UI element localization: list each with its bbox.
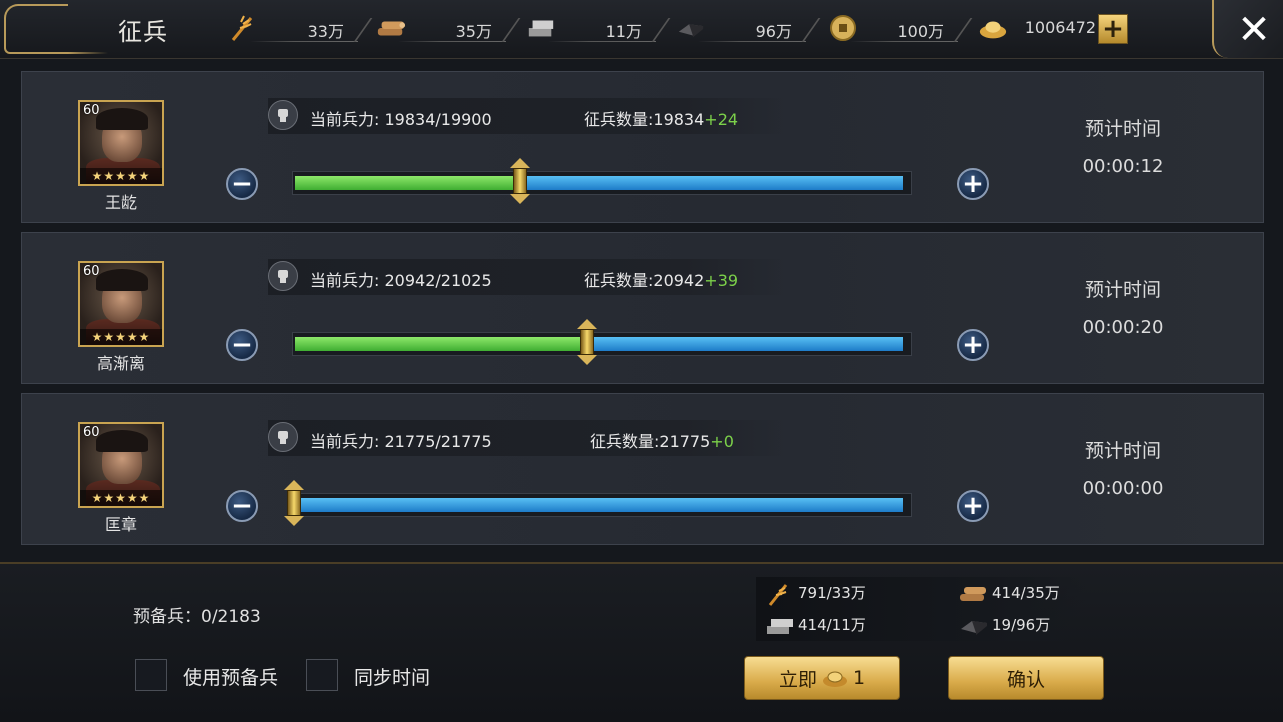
general-name: 王龁 <box>104 193 137 212</box>
recruit-slider[interactable] <box>292 171 912 195</box>
eta-time: 00:00:20 <box>1082 317 1164 338</box>
star-rating: ★★★★★ <box>80 168 162 184</box>
resource-grain: 33万 <box>228 14 373 42</box>
cost-wood: 414/35万 <box>958 581 1060 605</box>
fist-icon <box>268 261 298 291</box>
current-troops: 当前兵力: 21775/21775 <box>310 432 492 451</box>
recruit-bonus: +24 <box>704 110 739 129</box>
eta-label: 预计时间 <box>1084 118 1161 140</box>
recruit-slider[interactable] <box>292 332 912 356</box>
fist-icon <box>268 422 298 452</box>
top-bar: 征兵 33万 35万 11万 96万 100万 1006472 + ✕ <box>0 0 1283 59</box>
level-badge: 60 <box>83 264 100 279</box>
gold-ingot-icon <box>978 14 1008 42</box>
recruit-bonus: +39 <box>704 271 739 290</box>
level-badge: 60 <box>83 425 100 440</box>
recruit-count: 征兵数量:21775+0 <box>590 432 734 451</box>
increase-button[interactable]: + <box>957 490 989 522</box>
iron-icon <box>958 615 992 637</box>
general-portrait[interactable]: 60 ★★★★★ <box>78 261 164 347</box>
resource-wood: 35万 <box>376 14 521 42</box>
cost-stone: 414/11万 <box>764 613 866 637</box>
eta-time: 00:00:00 <box>1082 478 1164 499</box>
instant-label: 立即 <box>778 668 817 691</box>
stone-icon <box>526 14 556 42</box>
reserve-troops: 预备兵：0/2183 <box>133 607 261 627</box>
coin-icon <box>828 14 858 42</box>
add-gold-button[interactable]: + <box>1098 14 1128 44</box>
page-title: 征兵 <box>118 18 168 46</box>
use-reserve-label[interactable]: 使用预备兵 <box>183 663 278 690</box>
recruit-count: 征兵数量:20942+39 <box>584 271 739 290</box>
fist-icon <box>268 100 298 130</box>
decrease-button[interactable]: − <box>226 168 258 200</box>
increase-button[interactable]: + <box>957 168 989 200</box>
eta-label: 预计时间 <box>1084 440 1161 462</box>
decrease-button[interactable]: − <box>226 490 258 522</box>
instant-cost: 1 <box>852 667 866 689</box>
general-portrait[interactable]: 60 ★★★★★ <box>78 422 164 508</box>
grain-icon <box>764 583 798 606</box>
iron-icon <box>676 14 706 42</box>
gold-ingot-icon <box>821 667 849 689</box>
resource-gold: 1006472 <box>978 14 1098 42</box>
slider-thumb[interactable] <box>575 319 599 365</box>
grain-icon <box>228 14 258 42</box>
confirm-button[interactable]: 确认 <box>948 656 1104 700</box>
general-portrait[interactable]: 60 ★★★★★ <box>78 100 164 186</box>
resource-iron: 96万 <box>676 14 821 42</box>
star-rating: ★★★★★ <box>80 490 162 506</box>
instant-button[interactable]: 立即 1 <box>744 656 900 700</box>
use-reserve-checkbox[interactable] <box>135 659 167 691</box>
recruit-count: 征兵数量:19834+24 <box>584 110 739 129</box>
slider-thumb[interactable] <box>508 158 532 204</box>
level-badge: 60 <box>83 103 100 118</box>
star-rating: ★★★★★ <box>80 329 162 345</box>
recruit-bonus: +0 <box>710 432 734 451</box>
slider-thumb[interactable] <box>282 480 306 526</box>
wood-icon <box>376 14 406 42</box>
troop-info-bar: 当前兵力: 20942/21025 征兵数量:20942+39 <box>268 259 788 295</box>
decrease-button[interactable]: − <box>226 329 258 361</box>
general-row: 60 ★★★★★ 王龁 当前兵力: 19834/19900 征兵数量:19834… <box>21 71 1264 223</box>
wood-icon <box>958 583 992 605</box>
corner-ornament <box>4 4 108 54</box>
general-row: 60 ★★★★★ 高渐离 当前兵力: 20942/21025 征兵数量:2094… <box>21 232 1264 384</box>
increase-button[interactable]: + <box>957 329 989 361</box>
general-row: 60 ★★★★★ 匡章 当前兵力: 21775/21775 征兵数量:21775… <box>21 393 1264 545</box>
cost-grain: 791/33万 <box>764 581 866 606</box>
general-name: 匡章 <box>104 515 137 534</box>
resource-coin: 100万 <box>828 14 973 42</box>
troop-info-bar: 当前兵力: 21775/21775 征兵数量:21775+0 <box>268 420 788 456</box>
eta-time: 00:00:12 <box>1082 156 1164 177</box>
eta-label: 预计时间 <box>1084 279 1161 301</box>
current-troops: 当前兵力: 20942/21025 <box>310 271 492 290</box>
sync-time-checkbox[interactable] <box>306 659 338 691</box>
resource-stone: 11万 <box>526 14 671 42</box>
recruit-slider[interactable] <box>292 493 912 517</box>
stone-icon <box>764 615 798 637</box>
sync-time-label[interactable]: 同步时间 <box>354 663 430 690</box>
general-name: 高渐离 <box>96 354 145 373</box>
troop-info-bar: 当前兵力: 19834/19900 征兵数量:19834+24 <box>268 98 788 134</box>
close-button[interactable]: ✕ <box>1236 10 1272 50</box>
current-troops: 当前兵力: 19834/19900 <box>310 110 492 129</box>
cost-iron: 19/96万 <box>958 613 1050 637</box>
cost-panel: 791/33万 414/35万 414/11万 19/96万 <box>756 577 1086 641</box>
